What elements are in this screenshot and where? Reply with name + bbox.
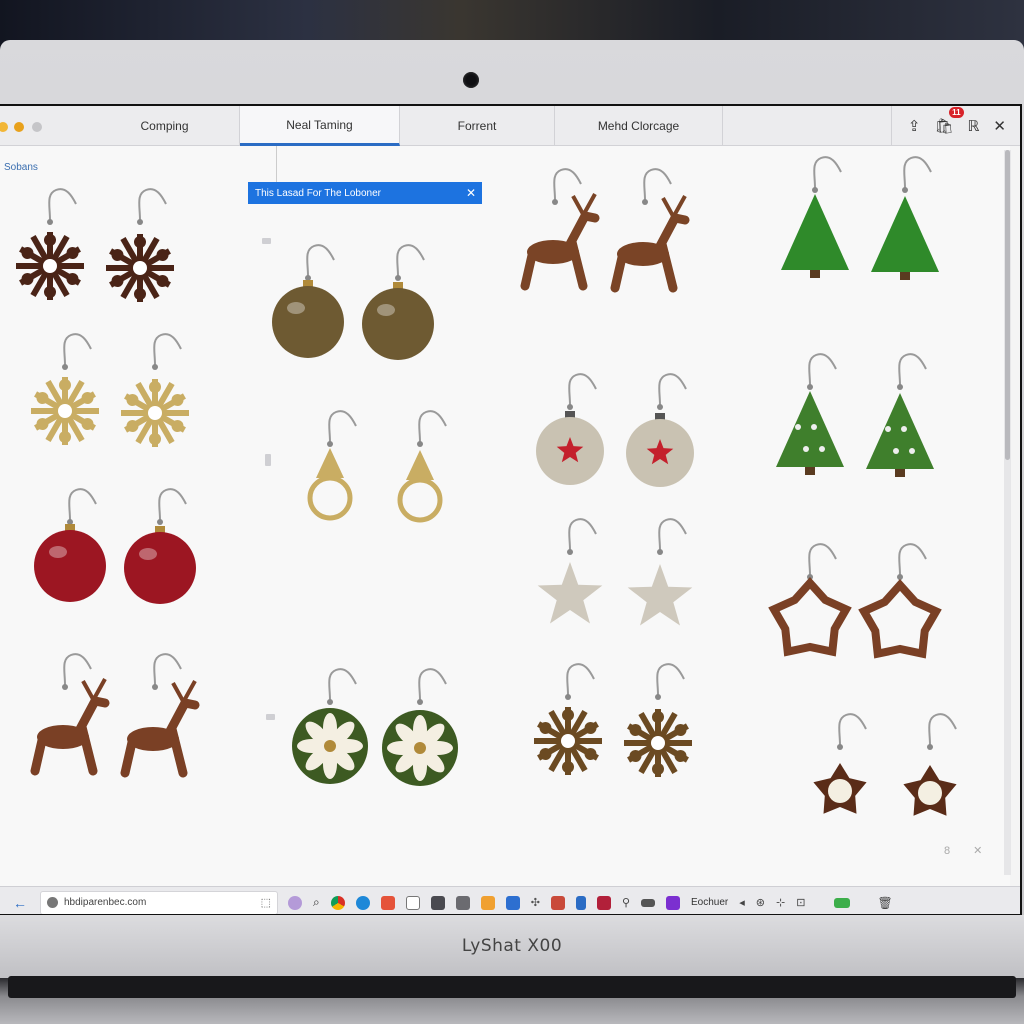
search-banner-text: This Lasad For The Loboner [255, 187, 382, 199]
settings-icon[interactable]: ✣ [531, 896, 540, 909]
ring-charm-earring-icon [307, 410, 447, 523]
flower-earring-icon [292, 668, 458, 786]
office-icon[interactable] [380, 895, 395, 910]
earring-pair-reindeer[interactable] [515, 166, 695, 316]
minimize-window-dot[interactable] [14, 122, 24, 132]
window-controls [0, 106, 90, 146]
bauble-star-earring-icon [536, 373, 694, 487]
star-earring-icon [537, 518, 693, 626]
tree-dotted-earring-icon [776, 353, 934, 477]
tab-neal-taming[interactable]: Neal Taming [240, 106, 400, 146]
close-banner-icon[interactable]: ✕ [466, 186, 476, 200]
laptop-brand: LyShat X00 [461, 936, 563, 956]
close-window-dot[interactable] [0, 122, 8, 132]
product-page: Sobans This Lasad For The Loboner ✕ 8 ✕ [0, 146, 1010, 886]
earring-pair-snowflake[interactable] [528, 661, 708, 811]
file-icon[interactable] [405, 895, 420, 910]
tray-icon[interactable]: ⊹ [776, 896, 785, 909]
earring-pair-flower[interactable] [290, 666, 470, 816]
search-icon[interactable]: ⌕ [313, 895, 320, 910]
earring-pair-star-outline[interactable] [768, 541, 950, 691]
earring-pair-bauble-star[interactable] [530, 371, 710, 521]
earring-pair-reindeer[interactable] [25, 651, 205, 801]
snowflake-earring-icon [534, 663, 692, 777]
tab-actions: ⇪ 🛍 11 ℝ ✕ [890, 106, 1020, 145]
earring-pair-star[interactable] [530, 516, 710, 666]
laptop-screen: Comping Neal Taming Forrent Mehd Clorcag… [0, 104, 1022, 916]
sidebar-label[interactable]: Sobans [4, 162, 38, 173]
earring-pair-ring-charm[interactable] [290, 408, 470, 558]
search-banner[interactable]: This Lasad For The Loboner ✕ [248, 182, 482, 204]
reindeer-earring-icon [520, 168, 690, 293]
media-icon[interactable] [596, 895, 611, 910]
list-bullet [266, 714, 275, 720]
earring-pair-snowflake[interactable] [25, 331, 205, 481]
page-scrollbar[interactable] [1004, 150, 1011, 875]
snowflake-earring-icon [31, 333, 189, 447]
star-outline-earring-icon [768, 543, 942, 659]
app-label[interactable]: Eochuer [691, 897, 728, 908]
tree-earring-icon [781, 156, 939, 280]
chrome-icon[interactable] [330, 895, 345, 910]
earring-pair-tree-dotted[interactable] [770, 351, 950, 501]
trash-icon[interactable]: 🗑 [877, 896, 892, 910]
mail-icon[interactable] [550, 895, 565, 910]
calendar-icon[interactable] [430, 895, 445, 910]
taskbar-icons: ⌕ ✣ ⚲ Eochuer ◂ ⊛ ⊹ ⊡ 🗑 [288, 895, 893, 910]
clock-icon[interactable]: ⊡ [796, 896, 805, 909]
list-bullet [265, 454, 271, 466]
earring-pair-tree[interactable] [775, 154, 955, 304]
earring-pair-star-flower[interactable] [800, 711, 980, 861]
mic-icon[interactable]: ⚲ [622, 896, 630, 909]
tab-comping[interactable]: Comping [90, 106, 240, 146]
webcam [463, 72, 479, 88]
notification-icon[interactable]: 🛍 11 [934, 106, 964, 135]
star-flower-earring-icon [813, 713, 957, 816]
store-icon[interactable] [505, 895, 520, 910]
site-info-icon[interactable] [47, 897, 58, 908]
url-text: hbdiparenbec.com [64, 897, 147, 908]
photos-icon[interactable] [480, 895, 495, 910]
tab-forrent[interactable]: Forrent [400, 106, 555, 146]
close-icon[interactable]: ✕ [993, 117, 1006, 135]
download-icon[interactable] [575, 895, 586, 910]
share-icon[interactable]: ⇪ [908, 117, 921, 135]
reindeer-earring-icon [30, 653, 200, 778]
grid-icon[interactable] [455, 895, 470, 910]
corner-controls: 8 ✕ [944, 845, 993, 857]
app-icon[interactable] [666, 895, 681, 910]
snowflake-earring-icon [16, 188, 174, 302]
reader-icon[interactable]: ℝ [968, 117, 980, 135]
earring-pair-bauble[interactable] [30, 486, 210, 636]
browser-tab-bar: Comping Neal Taming Forrent Mehd Clorcag… [0, 106, 1020, 146]
taskbar: ← hbdiparenbec.com ⬚ ⌕ ✣ ⚲ Eochuer ◂ ⊛ ⊹… [0, 886, 1020, 914]
earring-pair-bauble[interactable] [268, 242, 448, 392]
bauble-earring-icon [272, 244, 434, 360]
keyboard-icon[interactable] [641, 898, 656, 907]
maximize-window-dot[interactable] [32, 122, 42, 132]
earring-pair-snowflake[interactable] [10, 186, 190, 336]
sound-icon[interactable]: ◂ [739, 896, 745, 909]
back-arrow-icon[interactable]: ← [0, 895, 40, 911]
divider [276, 146, 277, 182]
assistant-icon[interactable] [288, 895, 302, 910]
address-bar[interactable]: hbdiparenbec.com ⬚ [40, 890, 278, 914]
tab-mehd-clorcage[interactable]: Mehd Clorcage [555, 106, 723, 146]
edge-icon[interactable] [355, 895, 370, 910]
notification-badge: 11 [949, 106, 964, 118]
bauble-earring-icon [34, 488, 196, 604]
scroll-thumb[interactable] [1005, 150, 1010, 460]
bookmark-icon[interactable]: ⬚ [261, 896, 271, 909]
laptop-base-lip [8, 976, 1016, 998]
battery-icon[interactable] [834, 897, 851, 908]
network-icon[interactable]: ⊛ [756, 896, 765, 909]
